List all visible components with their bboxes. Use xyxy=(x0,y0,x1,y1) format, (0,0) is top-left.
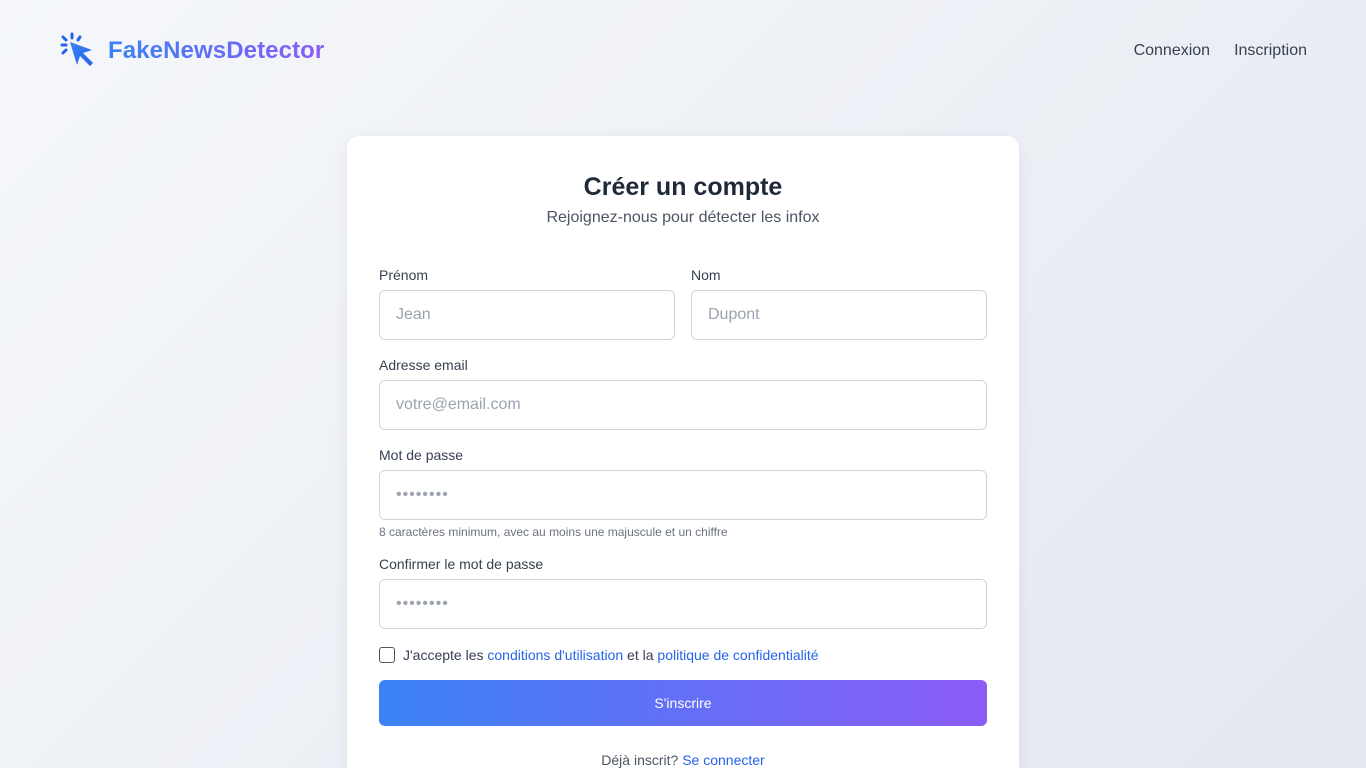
page-subtitle: Rejoignez-nous pour détecter les infox xyxy=(546,209,820,226)
confirm-password-label: Confirmer le mot de passe xyxy=(379,556,544,572)
nav-login-link[interactable]: Connexion xyxy=(1134,38,1211,64)
terms-row: J'accepte les conditions d'utilisation e… xyxy=(379,647,987,663)
cursor-click-icon xyxy=(60,32,98,70)
email-group: Adresse email xyxy=(379,356,987,430)
first-name-label: Prénom xyxy=(379,267,429,283)
password-group: Mot de passe 8 caractères minimum, avec … xyxy=(379,446,987,539)
confirm-password-field[interactable] xyxy=(379,579,987,629)
terms-middle: et la xyxy=(627,647,654,663)
privacy-policy-link[interactable]: politique de confidentialité xyxy=(657,647,818,663)
nav-links: Connexion Inscription xyxy=(1134,38,1307,64)
top-navbar: FakeNewsDetector Connexion Inscription xyxy=(0,0,1366,102)
password-hint: 8 caractères minimum, avec au moins une … xyxy=(379,525,728,539)
password-label: Mot de passe xyxy=(379,447,464,463)
last-name-field[interactable] xyxy=(691,290,987,340)
email-field[interactable] xyxy=(379,380,987,430)
first-name-group: Prénom xyxy=(379,266,675,340)
login-link[interactable]: Se connecter xyxy=(682,752,765,768)
signup-submit-button[interactable]: S'inscrire xyxy=(379,680,987,726)
signup-card: Créer un compte Rejoignez-nous pour déte… xyxy=(347,136,1019,768)
terms-prefix: J'accepte les xyxy=(403,647,484,663)
nav-signup-link[interactable]: Inscription xyxy=(1234,38,1307,64)
last-name-group: Nom xyxy=(691,266,987,340)
login-prompt: Déjà inscrit? Se connecter xyxy=(379,752,987,768)
first-name-field[interactable] xyxy=(379,290,675,340)
password-field[interactable] xyxy=(379,470,987,520)
page-title: Créer un compte xyxy=(583,173,783,201)
last-name-label: Nom xyxy=(691,267,721,283)
brand-name: FakeNewsDetector xyxy=(108,37,325,64)
name-row: Prénom Nom xyxy=(379,266,987,340)
terms-of-use-link[interactable]: conditions d'utilisation xyxy=(487,647,623,663)
confirm-password-group: Confirmer le mot de passe xyxy=(379,555,987,629)
already-registered-text: Déjà inscrit? xyxy=(601,752,679,768)
email-label: Adresse email xyxy=(379,357,468,373)
terms-checkbox[interactable] xyxy=(379,647,395,663)
brand-logo-link[interactable]: FakeNewsDetector xyxy=(60,32,324,70)
